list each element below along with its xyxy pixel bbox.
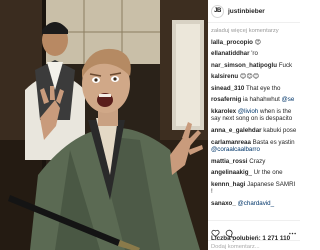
comment-username[interactable]: anna_e_galehdar: [211, 127, 262, 134]
comment-username[interactable]: kkarolex: [211, 108, 236, 115]
comment-item: ellanatiddhar 'ro: [211, 50, 297, 57]
comment-username[interactable]: sanaxo_: [211, 200, 236, 207]
comment-text: Crazy: [247, 157, 266, 165]
comment-item: kkarolex @livioh when is the say next so…: [211, 108, 297, 123]
comment-item: sanaxo_ @chardavid_: [211, 200, 297, 207]
comment-item: mattia_rossi Crazy: [211, 158, 297, 165]
comment-item: kennn_hagi Japanese SAMRI !: [211, 181, 297, 196]
avatar-initials: JB: [214, 8, 221, 14]
comment-list: załaduj więcej komentarzy lalla_procopio…: [208, 23, 300, 207]
load-more-comments-link[interactable]: załaduj więcej komentarzy: [211, 28, 297, 34]
post-header: JB justinbieber: [208, 0, 300, 23]
comment-username[interactable]: kennn_hagi: [211, 181, 245, 188]
avatar[interactable]: JB: [211, 4, 224, 18]
comment-item: lalla_procopio 😍: [211, 39, 297, 46]
comments-panel: JB justinbieber załaduj więcej komentarz…: [208, 0, 300, 250]
comment-item: sinead_310 That eye tho: [211, 85, 297, 92]
comment-username[interactable]: kalsirenu: [211, 73, 238, 80]
comment-username[interactable]: lalla_procopio: [211, 39, 253, 46]
add-comment-input[interactable]: Dodaj komentarz...: [211, 244, 260, 250]
comment-text: 'ro: [249, 50, 258, 58]
heart-icon[interactable]: [211, 225, 220, 237]
comment-icon[interactable]: [225, 225, 234, 238]
comment-text: Fuck: [277, 61, 293, 69]
comment-text: kabuki pose: [261, 127, 297, 135]
comment-username[interactable]: nar_simson_hatipoglu: [211, 62, 277, 69]
comment-mention[interactable]: @livioh: [238, 108, 258, 115]
more-icon[interactable]: [288, 225, 297, 234]
comment-mention[interactable]: @se: [282, 96, 295, 103]
comment-item: anna_e_galehdar kabuki pose: [211, 127, 297, 134]
comment-item: nar_simson_hatipoglu Fuck: [211, 62, 297, 69]
comment-mention[interactable]: @coraalcaalbarro: [211, 146, 260, 153]
comment-text: 😍: [252, 38, 262, 46]
comment-mention[interactable]: @chardavid_: [238, 200, 275, 207]
comment-item: carlamanreaa Basta es yastin @coraalcaal…: [211, 139, 297, 154]
action-icons-row: [208, 221, 300, 238]
comment-username[interactable]: mattia_rossi: [211, 158, 247, 165]
post-username[interactable]: justinbieber: [228, 8, 265, 15]
comment-text: Basta es yastin: [250, 138, 295, 146]
comment-item: rosafernig ia hahahwhut @se: [211, 96, 297, 103]
comment-text: 😊😊😊: [238, 73, 260, 81]
comment-text: That eye tho: [244, 84, 281, 92]
comment-text: ia hahahwhut: [241, 96, 282, 104]
comment-item: angelinaakig_ Ur the one: [211, 169, 297, 176]
comment-username[interactable]: rosafernig: [211, 96, 241, 103]
comment-username[interactable]: sinead_310: [211, 85, 244, 92]
divider: [208, 240, 300, 241]
comment-username[interactable]: carlamanreaa: [211, 139, 251, 146]
comment-username[interactable]: angelinaakig: [211, 169, 248, 176]
comment-item: kalsirenu 😊😊😊: [211, 73, 297, 80]
comment-text: _ Ur the one: [248, 169, 283, 177]
post-photo: [0, 0, 208, 250]
comment-username[interactable]: ellanatiddhar: [211, 50, 250, 57]
